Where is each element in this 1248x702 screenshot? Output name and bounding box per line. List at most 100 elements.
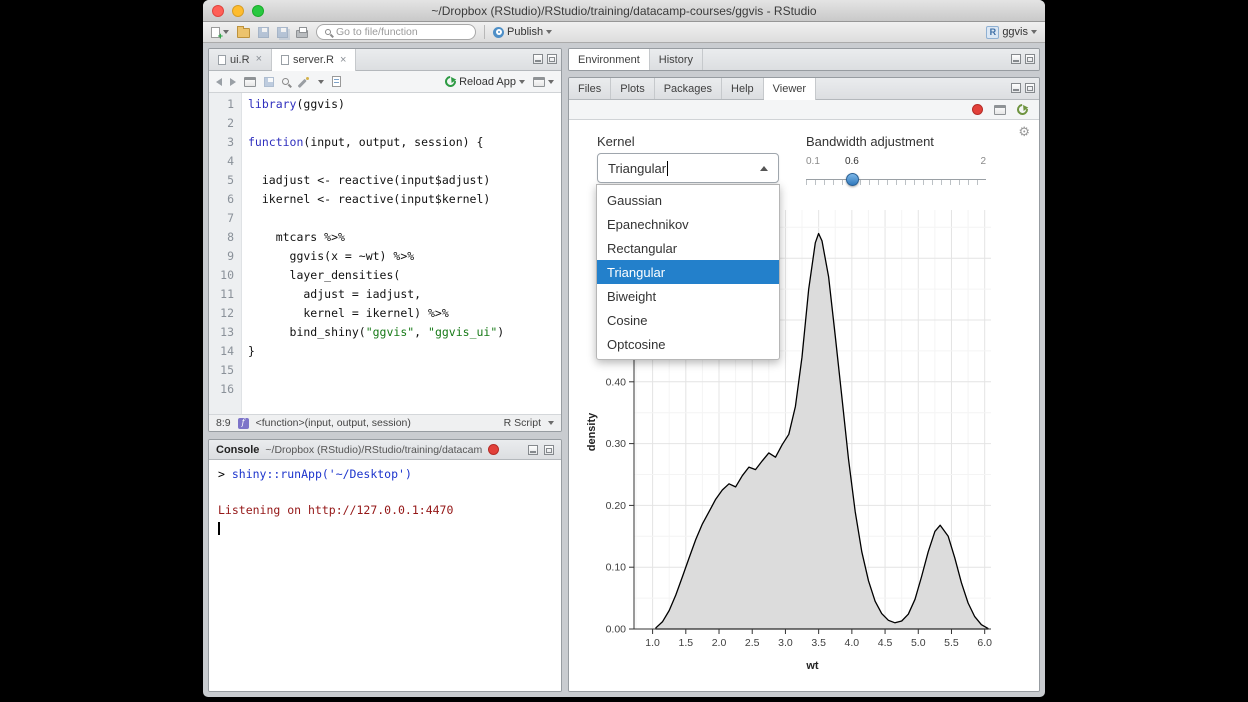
editor-toolbar: Reload App [209,71,561,93]
popout-editor-icon[interactable] [244,77,256,87]
x-tick-label: 2.5 [745,637,760,649]
viewer-pane: Files Plots Packages Help Viewer [568,77,1040,692]
x-tick-label: 1.5 [679,637,694,649]
slider-handle[interactable] [846,173,859,186]
maximize-pane-icon[interactable] [547,54,557,64]
chevron-up-icon [760,166,768,171]
code-tools-wand-icon[interactable] [297,76,310,88]
tab-label: Packages [664,83,712,95]
x-tick-label: 4.5 [878,637,893,649]
reload-icon [443,74,458,89]
x-tick-label: 3.5 [811,637,826,649]
kernel-select[interactable]: Triangular [597,153,779,183]
stop-app-icon[interactable] [972,104,983,115]
console-command: shiny::runApp('~/Desktop') [232,467,412,481]
dropdown-option-biweight[interactable]: Biweight [597,284,779,308]
function-scope-icon[interactable]: f [238,418,249,429]
code-lines[interactable]: library(ggvis) function(input, output, s… [242,93,561,414]
chevron-down-icon [519,80,525,84]
console-output[interactable]: > shiny::runApp('~/Desktop') Listening o… [209,460,561,691]
back-icon[interactable] [216,78,222,86]
close-tab-icon[interactable]: × [340,55,346,66]
dropdown-option-optcosine[interactable]: Optcosine [597,332,779,356]
publish-button[interactable]: Publish [493,26,552,38]
tab-help[interactable]: Help [722,78,764,99]
minimize-pane-icon[interactable] [533,54,543,64]
tab-files[interactable]: Files [569,78,611,99]
viewer-toolbar [569,100,1039,120]
goto-file-function-input[interactable]: Go to file/function [316,24,476,40]
find-icon[interactable] [282,78,289,85]
y-tick-label: 0.30 [606,438,627,450]
zoom-window-button[interactable] [252,5,264,17]
kernel-label: Kernel [597,134,635,149]
slider-max-label: 2 [980,156,986,167]
tab-label: History [659,54,693,66]
tab-label: Help [731,83,754,95]
maximize-pane-icon[interactable] [1025,54,1035,64]
line-number-gutter: 12345678910111213141516 [209,93,242,414]
source-pane: ui.R × server.R × [208,48,562,432]
open-file-icon[interactable] [237,28,250,38]
maximize-pane-icon[interactable] [544,445,554,455]
dropdown-option-rectangular[interactable]: Rectangular [597,236,779,260]
gear-icon[interactable]: ⚙ [1018,125,1030,140]
compile-notebook-icon[interactable] [332,76,341,87]
tab-viewer[interactable]: Viewer [764,78,816,100]
scope-label[interactable]: <function>(input, output, session) [256,417,411,429]
close-window-button[interactable] [212,5,224,17]
tab-ui-r[interactable]: ui.R × [209,49,272,70]
r-file-icon [281,55,289,65]
viewer-tabbar: Files Plots Packages Help Viewer [569,78,1039,100]
refresh-icon[interactable] [1015,102,1030,117]
dropdown-option-triangular[interactable]: Triangular [597,260,779,284]
dropdown-option-epanechnikov[interactable]: Epanechnikov [597,212,779,236]
y-tick-label: 0.10 [606,562,627,574]
minimize-pane-icon[interactable] [1011,54,1021,64]
stop-icon[interactable] [488,444,499,455]
slider-track[interactable] [806,179,986,185]
x-tick-label: 3.0 [778,637,793,649]
slider-value-label: 0.6 [845,156,859,167]
tab-packages[interactable]: Packages [655,78,722,99]
tab-environment[interactable]: Environment [569,49,650,71]
r-project-icon: R [986,26,999,39]
save-icon[interactable] [264,77,274,87]
tab-label: Files [578,83,601,95]
project-menu-button[interactable]: R ggvis [986,26,1037,39]
reload-app-label: Reload App [459,76,516,88]
tab-history[interactable]: History [650,49,703,70]
kernel-dropdown: Gaussian Epanechnikov Rectangular Triang… [596,184,780,360]
save-icon[interactable] [258,27,269,38]
minimize-pane-icon[interactable] [1011,83,1021,93]
console-line [218,483,552,501]
forward-icon[interactable] [230,78,236,86]
minimize-window-button[interactable] [232,5,244,17]
titlebar: ~/Dropbox (RStudio)/RStudio/training/dat… [203,0,1045,22]
print-icon[interactable] [296,30,308,38]
open-in-browser-icon[interactable] [994,105,1006,115]
dropdown-option-cosine[interactable]: Cosine [597,308,779,332]
close-tab-icon[interactable]: × [256,54,262,65]
tab-server-r[interactable]: server.R × [272,49,356,71]
minimize-pane-icon[interactable] [528,445,538,455]
publish-icon [493,27,504,38]
console-line [218,519,552,537]
save-all-icon[interactable] [277,27,288,38]
text-cursor [218,522,220,535]
y-tick-label: 0.00 [606,624,627,636]
x-tick-label: 5.5 [944,637,959,649]
console-title[interactable]: Console [216,444,259,456]
chevron-down-icon [318,80,324,84]
shiny-app-viewer: 1.01.52.02.53.03.54.04.55.05.56.00.000.1… [569,120,1039,691]
new-file-button[interactable]: + [211,27,229,38]
reload-app-button[interactable]: Reload App [445,76,525,88]
tab-plots[interactable]: Plots [611,78,654,99]
code-editor[interactable]: 12345678910111213141516 library(ggvis) f… [209,93,561,414]
goto-placeholder: Go to file/function [336,26,418,38]
dropdown-option-gaussian[interactable]: Gaussian [597,188,779,212]
x-tick-label: 4.0 [845,637,860,649]
maximize-pane-icon[interactable] [1025,83,1035,93]
file-type-label[interactable]: R Script [504,417,541,429]
source-menu-button[interactable] [533,77,554,87]
